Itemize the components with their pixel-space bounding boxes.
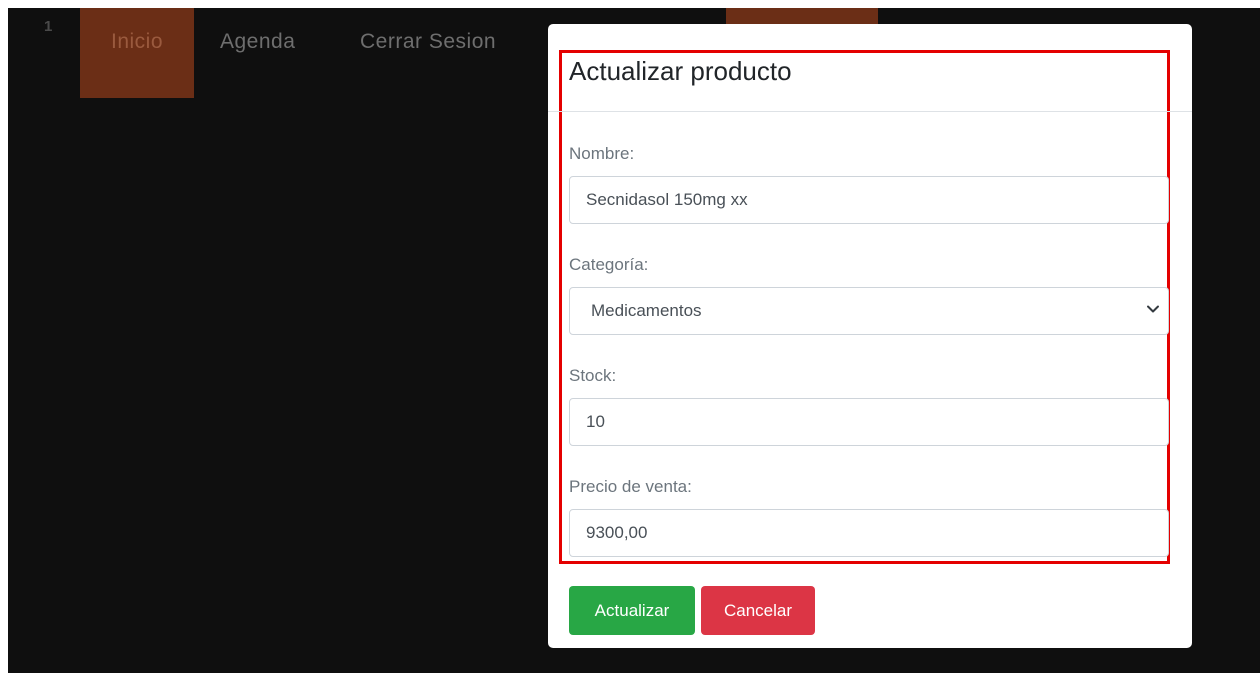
nav-number: 1 [44,18,53,35]
cancel-button[interactable]: Cancelar [701,586,815,635]
categoria-select[interactable]: Medicamentos [569,287,1169,335]
categoria-selected-value: Medicamentos [591,301,702,320]
nombre-input[interactable] [569,176,1169,224]
modal-header-divider [548,111,1192,112]
stock-label: Stock: [569,366,617,385]
page-backdrop: 1 Inicio Agenda Cerrar Sesion Actualizar… [8,8,1260,673]
update-product-modal: Actualizar producto Nombre: Categoría: M… [548,24,1192,648]
categoria-label: Categoría: [569,255,649,274]
stock-input[interactable] [569,398,1169,446]
modal-title: Actualizar producto [569,56,792,86]
nav-item-agenda[interactable]: Agenda [220,8,295,98]
nav-item-inicio[interactable]: Inicio [80,8,194,98]
precio-label: Precio de venta: [569,477,692,496]
chevron-down-icon [1147,305,1159,313]
update-button[interactable]: Actualizar [569,586,695,635]
precio-input[interactable] [569,509,1169,557]
nav-item-cerrar-sesion[interactable]: Cerrar Sesion [360,8,496,98]
nombre-label: Nombre: [569,144,635,163]
